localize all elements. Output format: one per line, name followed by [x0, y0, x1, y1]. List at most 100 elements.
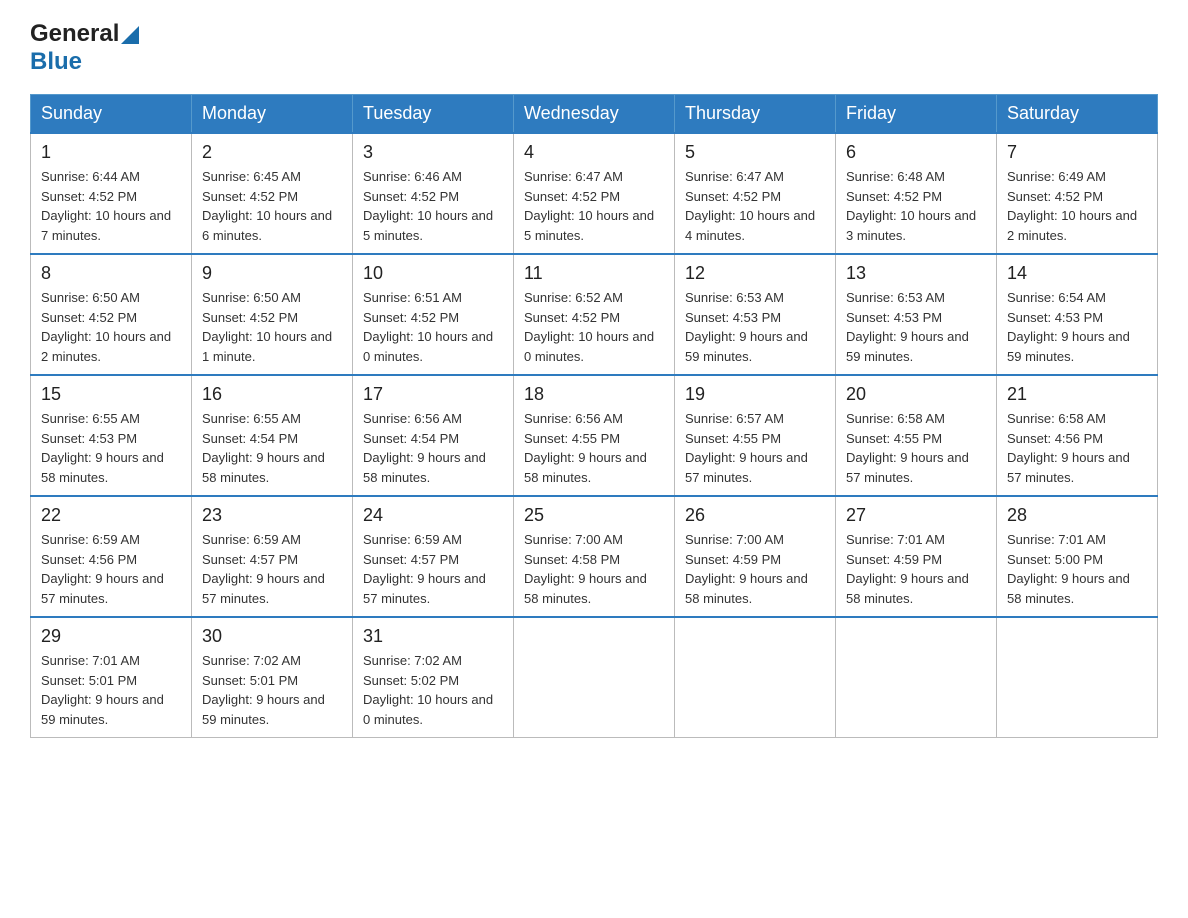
day-number: 21 — [1007, 384, 1147, 405]
day-number: 26 — [685, 505, 825, 526]
day-info: Sunrise: 7:02 AMSunset: 5:02 PMDaylight:… — [363, 653, 493, 727]
logo: General Blue — [30, 20, 139, 76]
calendar-cell: 30 Sunrise: 7:02 AMSunset: 5:01 PMDaylig… — [192, 617, 353, 738]
calendar-cell: 15 Sunrise: 6:55 AMSunset: 4:53 PMDaylig… — [31, 375, 192, 496]
calendar-cell: 10 Sunrise: 6:51 AMSunset: 4:52 PMDaylig… — [353, 254, 514, 375]
day-info: Sunrise: 6:44 AMSunset: 4:52 PMDaylight:… — [41, 169, 171, 243]
day-info: Sunrise: 6:54 AMSunset: 4:53 PMDaylight:… — [1007, 290, 1130, 364]
day-info: Sunrise: 6:53 AMSunset: 4:53 PMDaylight:… — [846, 290, 969, 364]
day-number: 2 — [202, 142, 342, 163]
week-row-2: 8 Sunrise: 6:50 AMSunset: 4:52 PMDayligh… — [31, 254, 1158, 375]
calendar-cell: 27 Sunrise: 7:01 AMSunset: 4:59 PMDaylig… — [836, 496, 997, 617]
day-info: Sunrise: 6:45 AMSunset: 4:52 PMDaylight:… — [202, 169, 332, 243]
day-info: Sunrise: 6:57 AMSunset: 4:55 PMDaylight:… — [685, 411, 808, 485]
week-row-3: 15 Sunrise: 6:55 AMSunset: 4:53 PMDaylig… — [31, 375, 1158, 496]
calendar-cell: 24 Sunrise: 6:59 AMSunset: 4:57 PMDaylig… — [353, 496, 514, 617]
calendar-cell: 17 Sunrise: 6:56 AMSunset: 4:54 PMDaylig… — [353, 375, 514, 496]
day-number: 13 — [846, 263, 986, 284]
calendar-cell: 20 Sunrise: 6:58 AMSunset: 4:55 PMDaylig… — [836, 375, 997, 496]
calendar-cell: 9 Sunrise: 6:50 AMSunset: 4:52 PMDayligh… — [192, 254, 353, 375]
day-number: 22 — [41, 505, 181, 526]
day-number: 3 — [363, 142, 503, 163]
day-info: Sunrise: 6:50 AMSunset: 4:52 PMDaylight:… — [202, 290, 332, 364]
calendar-cell: 13 Sunrise: 6:53 AMSunset: 4:53 PMDaylig… — [836, 254, 997, 375]
day-number: 17 — [363, 384, 503, 405]
calendar-cell: 23 Sunrise: 6:59 AMSunset: 4:57 PMDaylig… — [192, 496, 353, 617]
day-info: Sunrise: 6:59 AMSunset: 4:56 PMDaylight:… — [41, 532, 164, 606]
day-info: Sunrise: 6:48 AMSunset: 4:52 PMDaylight:… — [846, 169, 976, 243]
day-info: Sunrise: 6:55 AMSunset: 4:54 PMDaylight:… — [202, 411, 325, 485]
logo-general-text: General — [30, 20, 119, 48]
weekday-header-monday: Monday — [192, 95, 353, 134]
day-number: 1 — [41, 142, 181, 163]
day-info: Sunrise: 7:00 AMSunset: 4:58 PMDaylight:… — [524, 532, 647, 606]
weekday-header-friday: Friday — [836, 95, 997, 134]
day-info: Sunrise: 6:49 AMSunset: 4:52 PMDaylight:… — [1007, 169, 1137, 243]
day-info: Sunrise: 6:50 AMSunset: 4:52 PMDaylight:… — [41, 290, 171, 364]
day-info: Sunrise: 7:01 AMSunset: 5:01 PMDaylight:… — [41, 653, 164, 727]
day-number: 8 — [41, 263, 181, 284]
day-info: Sunrise: 6:52 AMSunset: 4:52 PMDaylight:… — [524, 290, 654, 364]
day-number: 18 — [524, 384, 664, 405]
day-number: 24 — [363, 505, 503, 526]
day-number: 31 — [363, 626, 503, 647]
calendar-cell: 12 Sunrise: 6:53 AMSunset: 4:53 PMDaylig… — [675, 254, 836, 375]
day-number: 14 — [1007, 263, 1147, 284]
day-number: 4 — [524, 142, 664, 163]
weekday-header-sunday: Sunday — [31, 95, 192, 134]
calendar-cell: 26 Sunrise: 7:00 AMSunset: 4:59 PMDaylig… — [675, 496, 836, 617]
day-number: 5 — [685, 142, 825, 163]
day-number: 7 — [1007, 142, 1147, 163]
calendar-cell: 3 Sunrise: 6:46 AMSunset: 4:52 PMDayligh… — [353, 133, 514, 254]
day-info: Sunrise: 7:02 AMSunset: 5:01 PMDaylight:… — [202, 653, 325, 727]
calendar-cell: 7 Sunrise: 6:49 AMSunset: 4:52 PMDayligh… — [997, 133, 1158, 254]
day-info: Sunrise: 6:47 AMSunset: 4:52 PMDaylight:… — [685, 169, 815, 243]
day-number: 12 — [685, 263, 825, 284]
day-number: 20 — [846, 384, 986, 405]
calendar-cell — [514, 617, 675, 738]
calendar-cell: 22 Sunrise: 6:59 AMSunset: 4:56 PMDaylig… — [31, 496, 192, 617]
week-row-1: 1 Sunrise: 6:44 AMSunset: 4:52 PMDayligh… — [31, 133, 1158, 254]
page-header: General Blue — [30, 20, 1158, 76]
day-info: Sunrise: 6:46 AMSunset: 4:52 PMDaylight:… — [363, 169, 493, 243]
day-number: 27 — [846, 505, 986, 526]
calendar-cell: 31 Sunrise: 7:02 AMSunset: 5:02 PMDaylig… — [353, 617, 514, 738]
day-info: Sunrise: 6:59 AMSunset: 4:57 PMDaylight:… — [363, 532, 486, 606]
day-number: 6 — [846, 142, 986, 163]
calendar-cell — [675, 617, 836, 738]
calendar-cell: 18 Sunrise: 6:56 AMSunset: 4:55 PMDaylig… — [514, 375, 675, 496]
day-number: 25 — [524, 505, 664, 526]
calendar-cell: 1 Sunrise: 6:44 AMSunset: 4:52 PMDayligh… — [31, 133, 192, 254]
calendar-cell: 5 Sunrise: 6:47 AMSunset: 4:52 PMDayligh… — [675, 133, 836, 254]
logo-blue-text: Blue — [30, 48, 82, 75]
day-number: 19 — [685, 384, 825, 405]
day-number: 29 — [41, 626, 181, 647]
calendar-cell: 19 Sunrise: 6:57 AMSunset: 4:55 PMDaylig… — [675, 375, 836, 496]
day-info: Sunrise: 6:47 AMSunset: 4:52 PMDaylight:… — [524, 169, 654, 243]
calendar-cell — [836, 617, 997, 738]
calendar-table: SundayMondayTuesdayWednesdayThursdayFrid… — [30, 94, 1158, 738]
calendar-cell: 14 Sunrise: 6:54 AMSunset: 4:53 PMDaylig… — [997, 254, 1158, 375]
calendar-cell: 25 Sunrise: 7:00 AMSunset: 4:58 PMDaylig… — [514, 496, 675, 617]
day-number: 30 — [202, 626, 342, 647]
day-number: 11 — [524, 263, 664, 284]
day-info: Sunrise: 6:53 AMSunset: 4:53 PMDaylight:… — [685, 290, 808, 364]
week-row-5: 29 Sunrise: 7:01 AMSunset: 5:01 PMDaylig… — [31, 617, 1158, 738]
weekday-header-row: SundayMondayTuesdayWednesdayThursdayFrid… — [31, 95, 1158, 134]
calendar-cell: 29 Sunrise: 7:01 AMSunset: 5:01 PMDaylig… — [31, 617, 192, 738]
day-number: 23 — [202, 505, 342, 526]
day-info: Sunrise: 6:58 AMSunset: 4:56 PMDaylight:… — [1007, 411, 1130, 485]
logo-triangle-icon — [121, 26, 139, 44]
day-number: 16 — [202, 384, 342, 405]
day-info: Sunrise: 7:01 AMSunset: 5:00 PMDaylight:… — [1007, 532, 1130, 606]
calendar-cell: 28 Sunrise: 7:01 AMSunset: 5:00 PMDaylig… — [997, 496, 1158, 617]
day-info: Sunrise: 6:56 AMSunset: 4:55 PMDaylight:… — [524, 411, 647, 485]
weekday-header-wednesday: Wednesday — [514, 95, 675, 134]
weekday-header-saturday: Saturday — [997, 95, 1158, 134]
day-number: 28 — [1007, 505, 1147, 526]
calendar-cell: 2 Sunrise: 6:45 AMSunset: 4:52 PMDayligh… — [192, 133, 353, 254]
calendar-cell: 4 Sunrise: 6:47 AMSunset: 4:52 PMDayligh… — [514, 133, 675, 254]
weekday-header-thursday: Thursday — [675, 95, 836, 134]
day-number: 9 — [202, 263, 342, 284]
day-info: Sunrise: 6:55 AMSunset: 4:53 PMDaylight:… — [41, 411, 164, 485]
